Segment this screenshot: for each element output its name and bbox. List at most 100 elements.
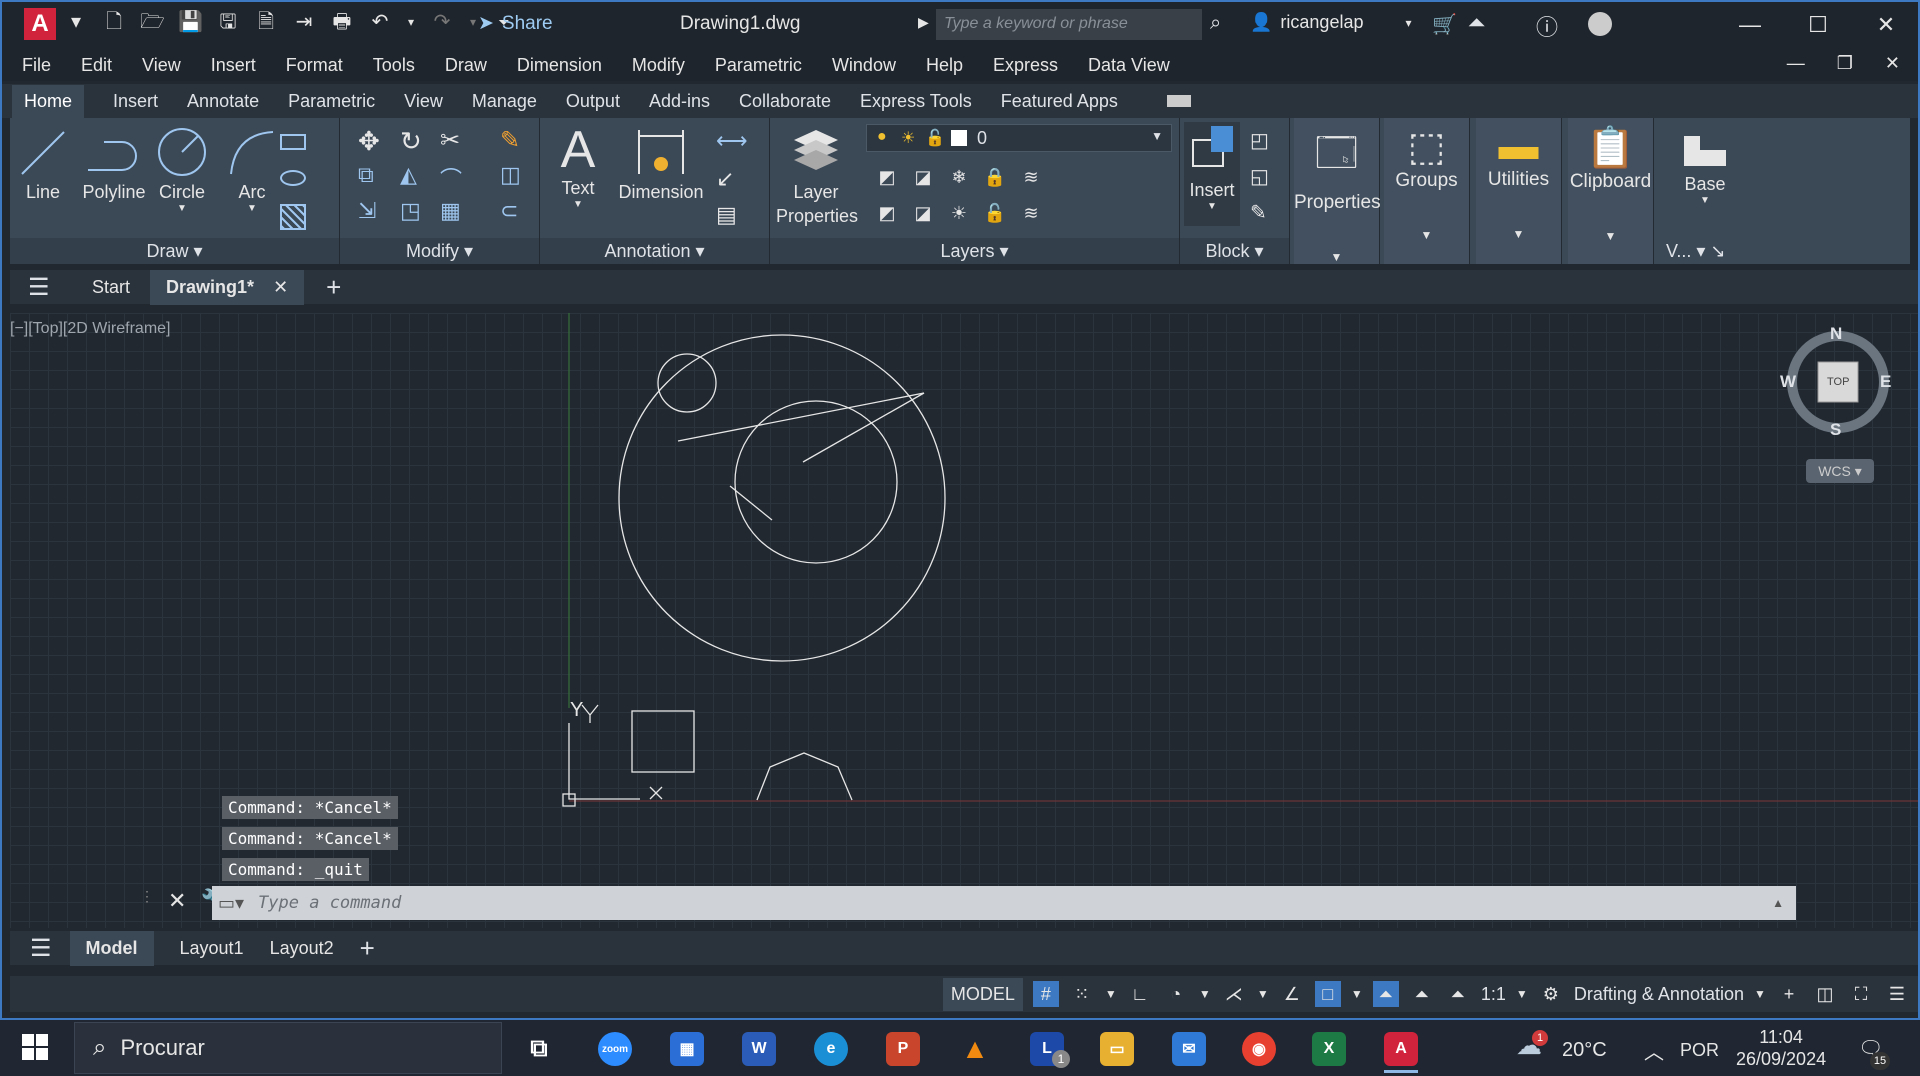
base-tool[interactable]: Base ▼ (1670, 128, 1740, 206)
language-indicator[interactable]: POR (1680, 1040, 1719, 1061)
command-history-toggle-icon[interactable]: ▲ (1772, 896, 1784, 910)
layout1-tab[interactable]: Layout1 (180, 938, 244, 959)
scale-dropdown-icon[interactable]: ▼ (1516, 981, 1528, 1007)
annotation-scale-value[interactable]: 1:1 (1481, 984, 1506, 1005)
doc-close-icon[interactable]: ✕ (1885, 53, 1900, 74)
ribbon-tab-view[interactable]: View (404, 85, 443, 118)
erase-icon[interactable]: ✎ (500, 126, 526, 154)
taskbar-search[interactable]: ⌕ Procurar (74, 1022, 502, 1074)
autocad-taskbar-icon[interactable]: A (1384, 1032, 1418, 1066)
annotation-visibility-icon[interactable]: ⏶ (1372, 981, 1399, 1007)
lineweight-icon[interactable]: ∠ (1279, 981, 1305, 1007)
feedback-icon[interactable] (1588, 12, 1612, 36)
menu-dimension[interactable]: Dimension (517, 55, 602, 76)
block-panel-title[interactable]: Block ▾ (1180, 238, 1289, 264)
hatch-icon[interactable] (280, 204, 306, 230)
fillet-icon[interactable]: ⌒ (440, 162, 466, 192)
compass-west[interactable]: W (1780, 372, 1796, 392)
table-icon[interactable]: ▤ (716, 202, 742, 228)
leader-icon[interactable]: ↙ (716, 166, 742, 192)
snap-icon[interactable]: ⁙ (1069, 981, 1095, 1007)
menu-help[interactable]: Help (926, 55, 963, 76)
autodesk-a360-icon[interactable]: ⏶ (1468, 10, 1486, 36)
command-close-icon[interactable]: ✕ (168, 888, 186, 914)
wcs-menu[interactable]: WCS ▾ (1806, 459, 1874, 483)
ribbon-tab-manage[interactable]: Manage (472, 85, 537, 118)
mail-icon[interactable]: ✉ (1172, 1032, 1206, 1066)
trim-icon[interactable]: ✂ (440, 126, 466, 154)
autocad-logo-icon[interactable]: A (24, 8, 56, 40)
menu-format[interactable]: Format (286, 55, 343, 76)
menu-modify[interactable]: Modify (632, 55, 685, 76)
undo-icon[interactable]: ↶ (368, 10, 392, 34)
share-button[interactable]: ➤ Share (478, 12, 553, 35)
draw-panel-title[interactable]: Draw ▾ (10, 238, 339, 264)
object-snap-tracking-icon[interactable]: ⋌ (1221, 981, 1247, 1007)
circle-dropdown-icon[interactable]: ▼ (152, 203, 212, 214)
customization-menu-icon[interactable]: ☰ (1884, 981, 1910, 1007)
scale-icon[interactable]: ◳ (400, 198, 426, 224)
layer-freeze-icon[interactable]: ❄ (946, 164, 972, 190)
plot-icon[interactable]: 🖶 (330, 10, 354, 34)
copy-icon[interactable]: ⧉ (358, 162, 384, 188)
grid-icon[interactable]: # (1032, 981, 1059, 1007)
linear-dimension-icon[interactable]: ⟷ (716, 128, 748, 154)
polar-dropdown-icon[interactable]: ▼ (1199, 981, 1211, 1007)
windows-start-icon[interactable] (22, 1034, 48, 1060)
word-icon[interactable]: W (742, 1032, 776, 1066)
clock[interactable]: 11:04 26/09/2024 (1736, 1026, 1826, 1070)
compass-south[interactable]: S (1830, 420, 1841, 440)
menu-data-view[interactable]: Data View (1088, 55, 1170, 76)
compass-north[interactable]: N (1830, 324, 1842, 344)
model-tab[interactable]: Model (69, 930, 154, 966)
workspace-switcher[interactable]: Drafting & Annotation (1574, 984, 1744, 1005)
menu-tools[interactable]: Tools (373, 55, 415, 76)
clipboard-dropdown-icon[interactable]: ▼ (1568, 229, 1653, 243)
layer-properties-tool[interactable]: Layer Properties (776, 124, 858, 228)
move-icon[interactable]: ✥ (358, 126, 384, 156)
open-folder-icon[interactable]: 🗁 (140, 10, 165, 34)
ribbon-tab-add-ins[interactable]: Add-ins (649, 85, 710, 118)
view-panel-title[interactable]: V... ▾ ↘ (1660, 238, 1750, 264)
properties-dropdown-icon[interactable]: ▼ (1294, 250, 1379, 264)
new-layout-icon[interactable]: + (360, 933, 375, 964)
ribbon-tab-annotate[interactable]: Annotate (187, 85, 259, 118)
workspace-dropdown-icon[interactable]: ▼ (1754, 981, 1766, 1007)
menu-draw[interactable]: Draw (445, 55, 487, 76)
menu-insert[interactable]: Insert (211, 55, 256, 76)
user-account[interactable]: 👤 ricangelap ▾ (1250, 12, 1412, 33)
drawing1-tab[interactable]: Drawing1* ✕ (150, 269, 305, 305)
save-icon[interactable]: 💾 (178, 10, 203, 34)
doc-minimize-icon[interactable]: — (1787, 53, 1805, 74)
publish-icon[interactable]: 🗎 (254, 10, 278, 34)
minimize-icon[interactable]: — (1716, 0, 1784, 49)
edge-icon[interactable]: e (814, 1032, 848, 1066)
ribbon-tab-home[interactable]: Home (12, 84, 85, 118)
cart-icon[interactable]: 🛒 (1432, 12, 1457, 37)
search-icon[interactable]: ⌕ (1210, 12, 1221, 35)
auto-scale-icon[interactable]: ⏶ (1409, 981, 1435, 1007)
line-tool[interactable]: Line (18, 126, 68, 203)
stretch-icon[interactable]: ⇲ (358, 198, 384, 224)
vlc-icon[interactable]: ▲ (958, 1032, 992, 1066)
dimension-tool[interactable]: Dimension (614, 126, 708, 203)
array-icon[interactable]: ▦ (440, 198, 466, 224)
make-current-icon[interactable]: ◩ (874, 164, 900, 190)
ribbon-minimize-toggle-icon[interactable] (1166, 95, 1191, 107)
menu-express[interactable]: Express (993, 55, 1058, 76)
layer-lock-icon[interactable]: 🔒 (982, 164, 1008, 190)
layer-thaw-all-icon[interactable]: ☀ (946, 200, 972, 226)
microsoft-store-icon[interactable]: ▦ (670, 1032, 704, 1066)
recent-commands-icon[interactable]: ▭▾ (218, 893, 244, 914)
import-icon[interactable]: ⇥ (292, 10, 316, 34)
close-tab-icon[interactable]: ✕ (273, 277, 288, 297)
osnap-dropdown-icon[interactable]: ▼ (1257, 981, 1269, 1007)
insert-dropdown-icon[interactable]: ▼ (1184, 201, 1240, 212)
rotate-icon[interactable]: ↻ (400, 126, 426, 156)
arc-tool[interactable]: Arc ▼ (224, 126, 280, 214)
ribbon-tab-collaborate[interactable]: Collaborate (739, 85, 831, 118)
help-search-input[interactable]: Type a keyword or phrase (936, 9, 1202, 40)
user-dropdown-icon[interactable]: ▾ (1405, 16, 1411, 30)
plus-icon[interactable]: + (1776, 981, 1802, 1007)
workspace-gear-icon[interactable]: ⚙ (1538, 981, 1564, 1007)
